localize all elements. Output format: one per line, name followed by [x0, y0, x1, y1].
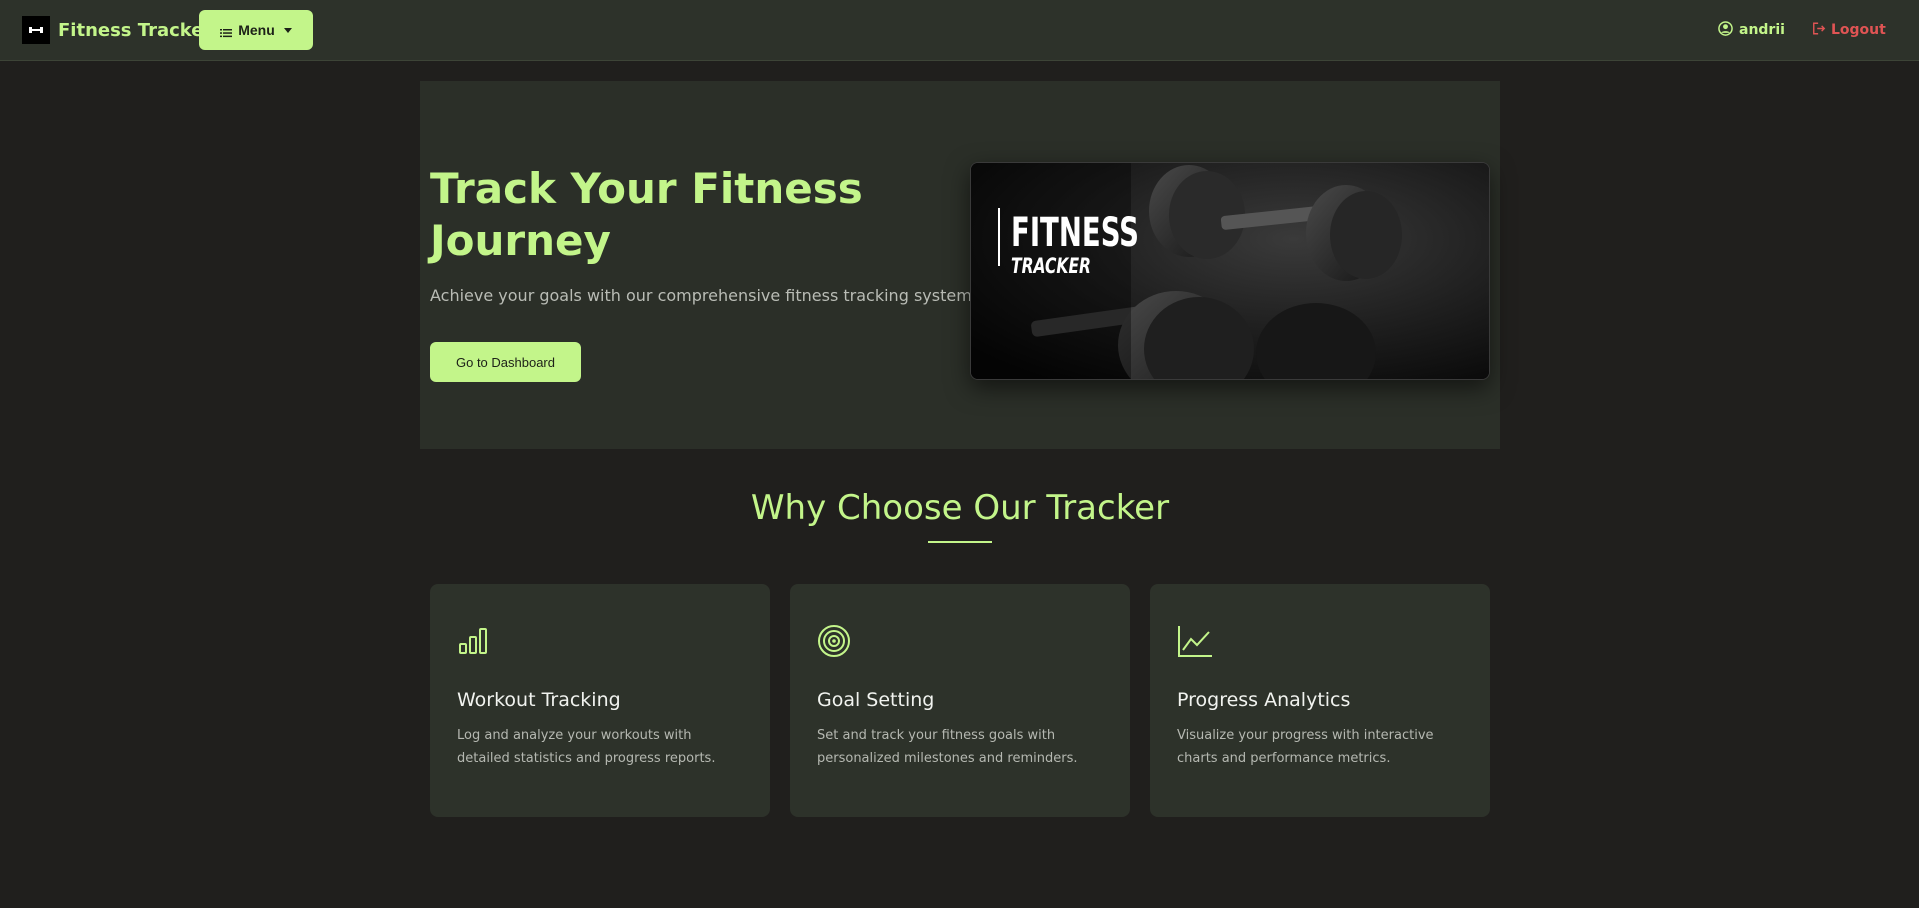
brand-name[interactable]: Fitness Tracker [58, 20, 212, 41]
card-title: Goal Setting [817, 689, 935, 711]
go-to-dashboard-button[interactable]: Go to Dashboard [430, 342, 581, 382]
card-title: Workout Tracking [457, 689, 621, 711]
hero-title-line1: Track Your Fitness [430, 164, 863, 213]
dumbbell-icon [22, 16, 50, 44]
card-text: Set and track your fitness goals with pe… [817, 728, 1078, 766]
feature-card-workout-tracking: Workout Tracking Log and analyze your wo… [430, 584, 770, 817]
menu-label: Menu [238, 22, 275, 38]
logout-icon [1812, 22, 1826, 39]
feature-card-goal-setting: Goal Setting Set and track your fitness … [790, 584, 1130, 817]
chevron-down-icon [283, 27, 292, 33]
card-title: Progress Analytics [1177, 689, 1351, 711]
user-circle-icon [1718, 20, 1733, 40]
user-name: andrii [1739, 22, 1785, 38]
top-navbar: Fitness Tracker Menu andrii Logout [0, 0, 1919, 61]
brand-link[interactable]: Fitness Tracker [22, 16, 212, 44]
section-title: Why Choose Our Tracker [750, 488, 1170, 528]
feature-card-progress-analytics: Progress Analytics Visualize your progre… [1150, 584, 1490, 817]
image-subtitle: TRACKER [1011, 254, 1091, 278]
list-icon [220, 25, 233, 38]
hero-image: FITNESS TRACKER [970, 162, 1490, 380]
user-profile-link[interactable]: andrii [1718, 20, 1785, 40]
image-title: FITNESS [1011, 210, 1139, 256]
logout-link[interactable]: Logout [1812, 21, 1886, 39]
hero-title: Track Your Fitness Journey [430, 163, 950, 267]
hero-title-line2: Journey [430, 216, 611, 265]
logout-label: Logout [1831, 22, 1886, 38]
card-text: Visualize your progress with interactive… [1177, 728, 1434, 766]
hero-section: Track Your Fitness Journey Achieve your … [420, 81, 1500, 449]
line-chart-icon [1177, 624, 1212, 657]
card-text: Log and analyze your workouts with detai… [457, 728, 716, 766]
title-underline [928, 541, 992, 543]
hero-subtitle: Achieve your goals with our comprehensiv… [430, 286, 972, 305]
bar-chart-icon [457, 624, 489, 656]
menu-dropdown-button[interactable]: Menu [199, 10, 313, 50]
target-icon [817, 624, 850, 657]
dumbbell-photo: FITNESS TRACKER [971, 163, 1489, 379]
